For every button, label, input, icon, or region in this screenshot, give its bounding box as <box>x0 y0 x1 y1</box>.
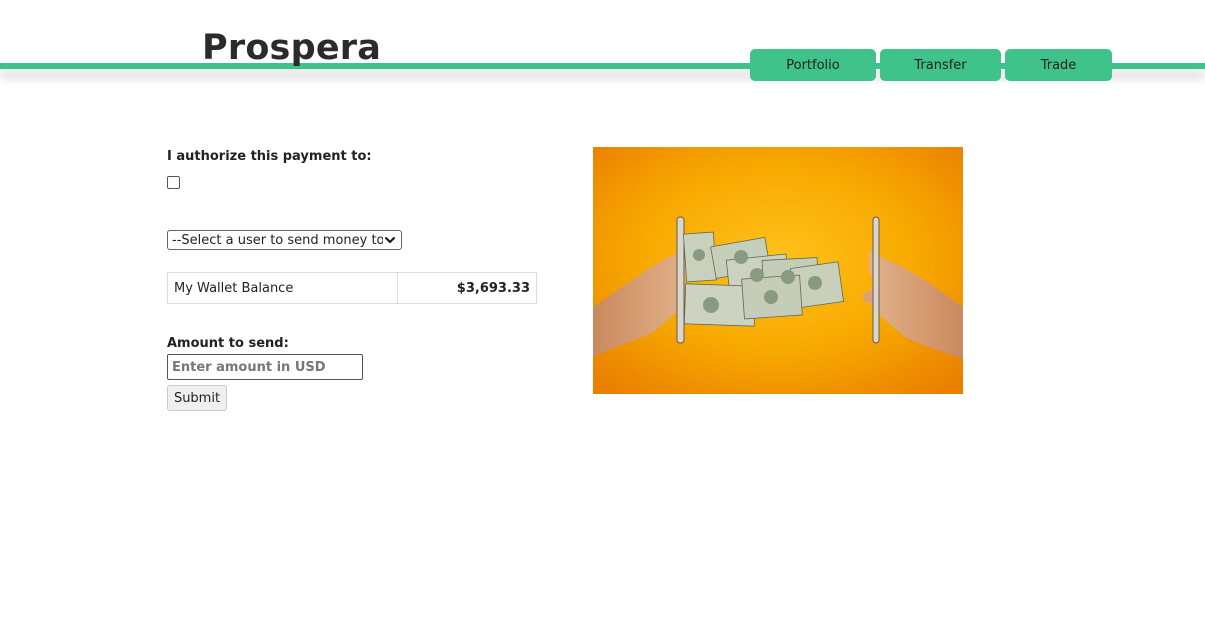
authorize-label: I authorize this payment to: <box>167 149 372 164</box>
header: Prospera Portfolio Transfer Trade <box>0 0 1205 100</box>
wallet-balance-label: My Wallet Balance <box>168 273 398 303</box>
submit-button[interactable]: Submit <box>167 385 227 411</box>
wallet-balance-value: $3,693.33 <box>456 280 530 296</box>
brand-logo[interactable]: Prospera <box>202 26 381 70</box>
money-transfer-illustration <box>593 147 963 394</box>
amount-input[interactable]: Enter amount in USD <box>167 354 363 380</box>
chevron-down-icon <box>385 237 395 243</box>
nav-trade-button[interactable]: Trade <box>1005 49 1112 81</box>
amount-label: Amount to send: <box>167 336 289 351</box>
money-transfer-image <box>593 147 963 394</box>
nav-portfolio-button[interactable]: Portfolio <box>750 49 876 81</box>
authorize-checkbox[interactable] <box>167 176 180 189</box>
recipient-select-value: --Select a user to send money to-- <box>172 232 383 248</box>
wallet-balance-table: My Wallet Balance $3,693.33 <box>167 272 537 304</box>
nav-transfer-button[interactable]: Transfer <box>880 49 1001 81</box>
recipient-select[interactable]: --Select a user to send money to-- <box>167 230 402 250</box>
